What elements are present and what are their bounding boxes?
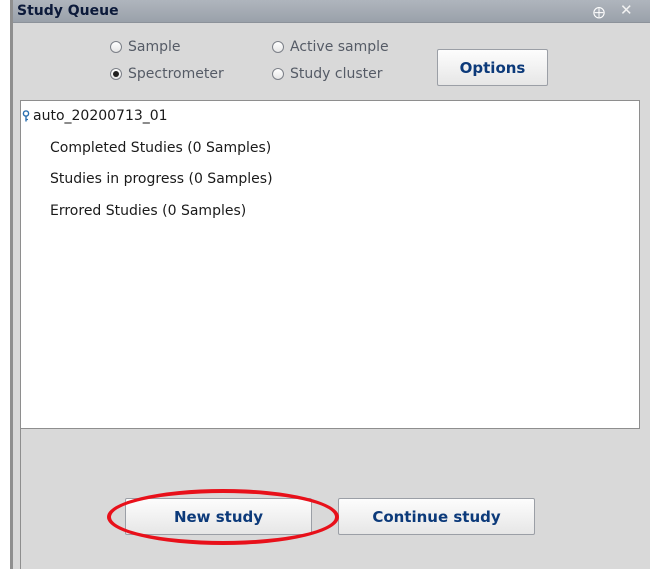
- tree-item-studies-in-progress[interactable]: Studies in progress (0 Samples): [50, 171, 273, 187]
- study-tree: auto_20200713_01 Completed Studies (0 Sa…: [20, 100, 640, 429]
- radio-study-cluster[interactable]: Study cluster: [272, 66, 382, 82]
- continue-study-button[interactable]: Continue study: [338, 498, 535, 535]
- radio-spectrometer-indicator[interactable]: [110, 68, 122, 80]
- options-button[interactable]: Options: [437, 49, 548, 86]
- new-study-button[interactable]: New study: [125, 498, 312, 535]
- radio-sample-label: Sample: [128, 39, 181, 55]
- radio-spectrometer[interactable]: Spectrometer: [110, 66, 224, 82]
- study-queue-panel: Study Queue ⨁ ✕ Sample Active sample Spe…: [13, 0, 650, 569]
- radio-study-cluster-indicator[interactable]: [272, 68, 284, 80]
- panel-titlebar: Study Queue ⨁ ✕: [13, 0, 650, 23]
- radio-active-sample[interactable]: Active sample: [272, 39, 389, 55]
- key-icon: [22, 110, 30, 122]
- pin-icon[interactable]: ⨁: [593, 4, 605, 20]
- tree-root-label: auto_20200713_01: [33, 108, 168, 124]
- radio-active-sample-label: Active sample: [290, 39, 389, 55]
- action-area: [20, 429, 640, 569]
- tree-item-completed-studies[interactable]: Completed Studies (0 Samples): [50, 140, 271, 156]
- close-icon[interactable]: ✕: [620, 2, 633, 18]
- radio-active-sample-indicator[interactable]: [272, 41, 284, 53]
- tree-item-errored-studies[interactable]: Errored Studies (0 Samples): [50, 203, 246, 219]
- panel-title: Study Queue: [17, 3, 119, 19]
- radio-study-cluster-label: Study cluster: [290, 66, 383, 82]
- radio-sample-indicator[interactable]: [110, 41, 122, 53]
- tree-root-node[interactable]: auto_20200713_01: [22, 108, 168, 124]
- radio-spectrometer-label: Spectrometer: [128, 66, 224, 82]
- radio-sample[interactable]: Sample: [110, 39, 181, 55]
